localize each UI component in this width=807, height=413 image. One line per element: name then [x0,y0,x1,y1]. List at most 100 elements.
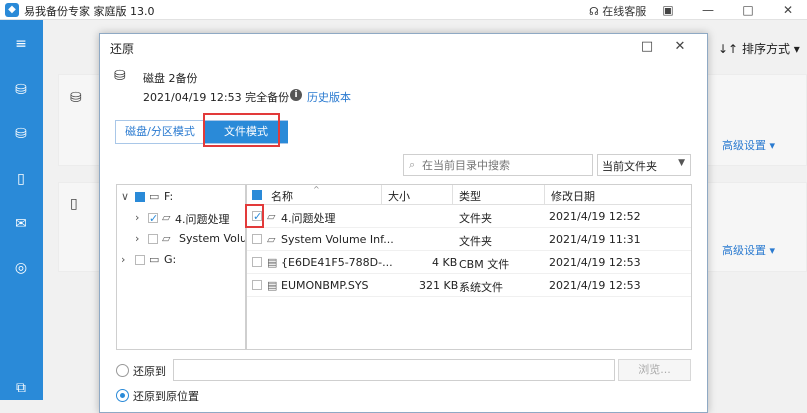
table-row[interactable]: ▱ System Volume Inf... 文件夹 2021/4/19 11:… [247,229,691,251]
column-header-name[interactable]: 名称 [271,188,293,204]
dialog-close-icon[interactable]: ✕ [665,36,695,58]
restore-original-label: 还原到原位置 [133,390,199,403]
tree-node[interactable]: ∨ ▭ F: [117,187,245,208]
tree-node-label: System Volume [179,232,245,245]
sort-asc-icon: ^ [313,185,320,194]
app-logo-icon: ◆ [5,3,19,17]
maximize-icon[interactable]: □ [732,0,764,20]
disk-backup-icon[interactable]: ⛁ [11,80,31,100]
tree-node[interactable]: › ▱ System Volume [117,229,245,250]
advanced-settings-link[interactable]: 高级设置 ▾ [722,242,775,258]
file-type: 文件夹 [459,235,492,248]
folder-tree: ∨ ▭ F: › ✓ ▱ 4.问题处理 › ▱ System Volume › … [116,184,246,350]
document-icon: ▤ [267,279,278,292]
radio-dot [120,393,125,398]
scope-select[interactable]: 当前文件夹 ▼ [597,154,691,176]
file-size: 4 KB [432,256,458,269]
menu-icon[interactable]: ▣ [652,0,684,20]
checkbox[interactable]: ✓ [148,213,158,224]
disk-icon: ⛁ [114,68,126,84]
restore-dialog: 还原 □ ✕ ⛁ 磁盘 2备份 2021/04/19 12:53 完全备份 i … [99,33,708,413]
restore-to-label: 还原到 [133,365,166,378]
dialog-title: 还原 [110,42,135,56]
app-title: 易我备份专家 家庭版 13.0 [24,5,155,18]
list-header: 名称 ^ 大小 类型 修改日期 [247,185,691,205]
table-row[interactable]: ▤ {E6DE41F5-788D-... 4 KB CBM 文件 2021/4/… [247,252,691,274]
clone-icon[interactable]: ⧉ [11,378,31,398]
checkbox[interactable] [148,234,158,244]
file-icon: ▯ [70,196,78,212]
chevron-down-icon[interactable]: ∨ [121,190,129,203]
chevron-right-icon[interactable]: › [121,253,125,266]
checkbox[interactable] [252,234,262,244]
chevron-right-icon[interactable]: › [135,232,139,245]
close-icon[interactable]: ✕ [772,0,804,20]
checkbox[interactable] [252,257,262,267]
file-name: EUMONBMP.SYS [281,279,369,292]
browse-button[interactable]: 浏览... [618,359,691,381]
column-header-modified[interactable]: 修改日期 [551,188,595,204]
disk-name: 磁盘 2备份 [143,72,198,85]
hamburger-icon[interactable]: ≡ [11,34,31,54]
advanced-settings-label: 高级设置 [722,244,766,257]
restore-path-field[interactable] [173,359,615,381]
tree-node[interactable]: › ▭ G: [117,250,245,271]
folder-icon: ▱ [267,233,276,246]
checkbox-highlight-box [245,204,264,228]
tree-node-label: G: [164,253,177,266]
column-divider[interactable] [452,185,453,205]
advanced-settings-link[interactable]: 高级设置 ▾ [722,137,775,153]
select-all-checkbox[interactable] [252,190,262,200]
column-divider[interactable] [381,185,382,205]
info-icon: i [290,89,302,101]
drive-icon: ▭ [149,190,160,203]
disk-icon: ⛁ [70,90,82,106]
online-support-label: 在线客服 [602,5,647,18]
mail-backup-icon[interactable]: ✉ [11,214,31,234]
search-input[interactable] [422,157,590,173]
online-support-button[interactable]: ☊ 在线客服 [589,3,646,19]
folder-icon: ▱ [162,232,171,245]
checkbox[interactable] [252,280,262,290]
file-name: 4.问题处理 [281,212,336,225]
file-modified: 2021/4/19 12:52 [549,210,641,223]
file-list: 名称 ^ 大小 类型 修改日期 ✓ ▱ 4.问题处理 文件夹 2021/4/19… [246,184,692,350]
restore-to-radio[interactable] [116,364,129,377]
checkbox[interactable] [135,192,145,202]
file-type: 系统文件 [459,281,503,294]
history-version-link[interactable]: 历史版本 [307,89,351,105]
tree-node-label: F: [164,190,174,203]
chevron-down-icon: ▼ [678,158,685,168]
drive-icon: ▭ [149,253,160,266]
column-header-type[interactable]: 类型 [459,188,481,204]
folder-icon: ▱ [162,211,171,224]
tools-icon[interactable]: ◎ [11,258,31,278]
document-icon: ▤ [267,256,278,269]
file-type: 文件夹 [459,212,492,225]
search-box: ⌕ [403,154,593,176]
minimize-icon[interactable]: — [692,0,724,20]
file-modified: 2021/4/19 11:31 [549,233,641,246]
sidebar [0,20,43,400]
file-modified: 2021/4/19 12:53 [549,279,641,292]
file-backup-icon[interactable]: ▯ [11,169,31,189]
chevron-right-icon[interactable]: › [135,211,139,224]
file-type: CBM 文件 [459,258,510,271]
system-backup-icon[interactable]: ⛁ [11,124,31,144]
table-row[interactable]: ✓ ▱ 4.问题处理 文件夹 2021/4/19 12:52 [247,206,691,228]
restore-original-radio[interactable] [116,389,129,402]
file-name: System Volume Inf... [281,233,394,246]
advanced-settings-label: 高级设置 [722,139,766,152]
dialog-maximize-icon[interactable]: □ [632,36,662,58]
tab-highlight-box [203,113,280,147]
column-header-size[interactable]: 大小 [388,188,410,204]
sort-label: 排序方式 [741,42,790,56]
table-row[interactable]: ▤ EUMONBMP.SYS 321 KB 系统文件 2021/4/19 12:… [247,275,691,297]
sort-button[interactable]: ↓↑ 排序方式 ▾ [718,40,800,57]
backup-date: 2021/04/19 12:53 完全备份 [143,91,290,104]
tree-node[interactable]: › ✓ ▱ 4.问题处理 [117,208,245,229]
tab-partition-mode[interactable]: 磁盘/分区模式 [116,121,204,143]
column-divider[interactable] [544,185,545,205]
file-name: {E6DE41F5-788D-... [281,256,393,269]
checkbox[interactable] [135,255,145,265]
